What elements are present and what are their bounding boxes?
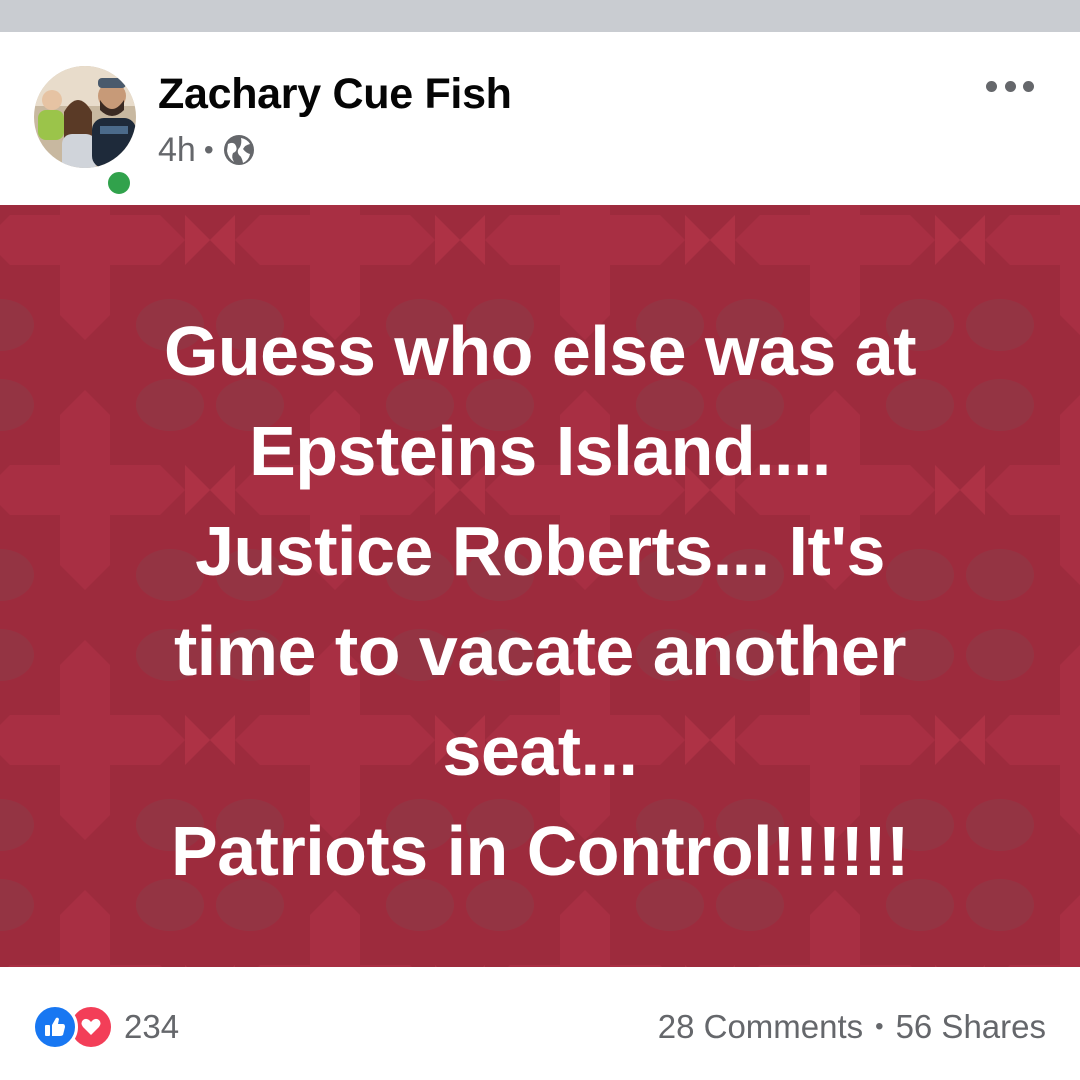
reactions-summary[interactable]: 234 — [32, 1004, 180, 1050]
avatar[interactable] — [34, 66, 136, 198]
post-stats: 28 Comments • 56 Shares — [658, 1005, 1046, 1049]
post-text: Guess who else was at Epsteins Island...… — [60, 301, 1020, 901]
shares-link[interactable]: 56 Shares — [896, 1008, 1046, 1046]
more-dot — [1004, 80, 1016, 92]
post-footer: 234 28 Comments • 56 Shares — [0, 967, 1080, 1080]
comments-link[interactable]: 28 Comments — [658, 1008, 863, 1046]
post-text-line: Justice Roberts... It's — [195, 512, 885, 590]
post-background: Guess who else was at Epsteins Island...… — [0, 205, 1080, 967]
meta-separator: • — [203, 134, 214, 165]
more-dot — [986, 80, 997, 92]
post-text-line: Guess who else was at — [163, 312, 917, 390]
more-dot — [1023, 80, 1034, 92]
post-timestamp[interactable]: 4h — [158, 131, 196, 170]
post-text-line: Patriots in Control!!!!!! — [171, 812, 909, 890]
more-options-icon[interactable] — [986, 74, 1034, 98]
post-meta: 4h • — [158, 130, 256, 170]
like-icon — [32, 1004, 78, 1050]
author-name[interactable]: Zachary Cue Fish — [158, 70, 512, 119]
stats-separator: • — [875, 1013, 884, 1040]
post-text-line: seat... — [442, 712, 638, 790]
avatar-photo — [34, 66, 136, 168]
post-text-line: time to vacate another — [174, 612, 907, 690]
post-header: Zachary Cue Fish 4h • — [0, 32, 1080, 204]
reaction-count: 234 — [124, 1008, 180, 1045]
online-status-dot — [104, 168, 134, 198]
globe-icon[interactable] — [222, 133, 256, 167]
post-text-line: Epsteins Island.... — [249, 412, 831, 490]
top-strip — [0, 0, 1080, 32]
